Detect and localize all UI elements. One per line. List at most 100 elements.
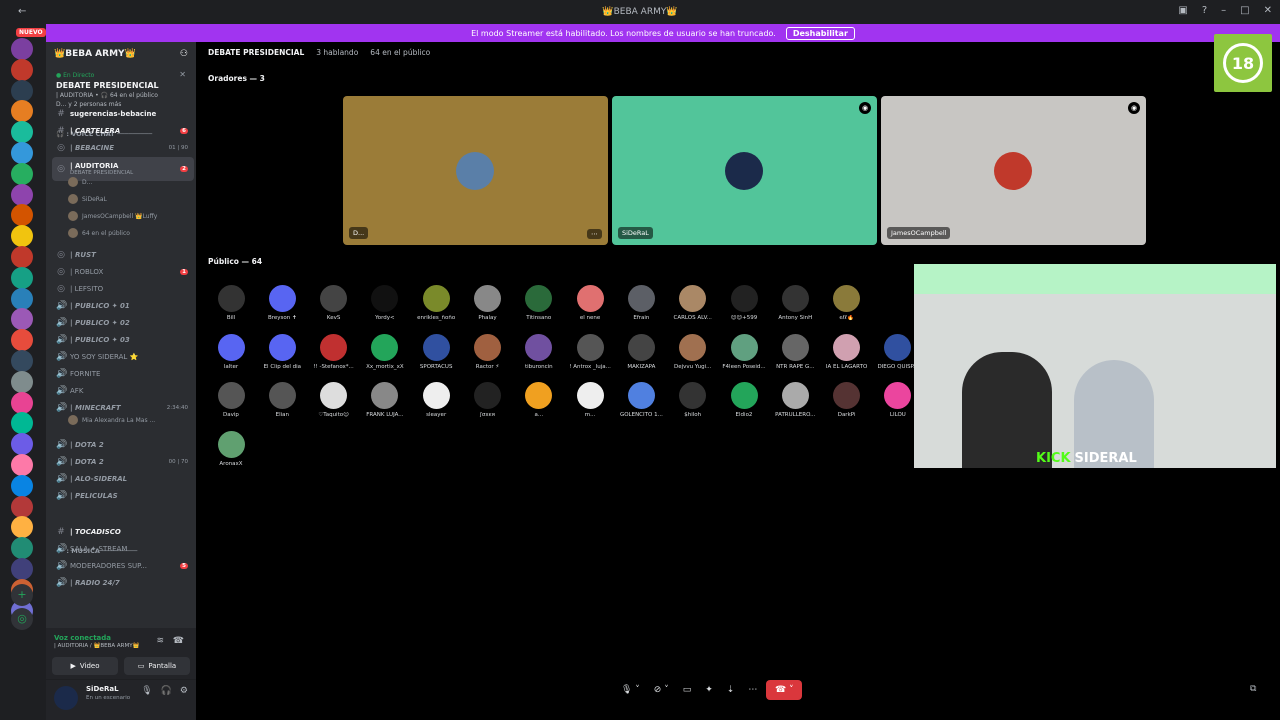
server-icon[interactable] — [11, 183, 33, 206]
screen-share-button[interactable]: ▭ Pantalla — [124, 657, 190, 675]
audience-member[interactable]: Eldio2 — [720, 382, 768, 418]
leave-call-button[interactable]: ☎ ˅ — [766, 680, 803, 700]
add-member-icon[interactable]: ⚇ — [180, 49, 188, 59]
server-icon[interactable] — [11, 391, 33, 414]
move-audience-icon[interactable]: ⇣ — [722, 680, 740, 700]
inbox-icon[interactable]: ▣ — [1178, 5, 1187, 16]
audience-member[interactable]: Efrain — [617, 285, 665, 321]
audience-member[interactable]: Antony SinH — [771, 285, 819, 321]
server-icon[interactable] — [11, 79, 33, 102]
channel-item[interactable]: # | CARTELERA 6 — [52, 123, 194, 139]
discover-icon[interactable]: ◎ — [11, 608, 33, 630]
server-icon[interactable] — [11, 225, 33, 248]
server-icon[interactable] — [11, 142, 33, 164]
channel-item[interactable]: ◎ | RUST — [52, 247, 194, 263]
help-icon[interactable]: ? — [1202, 5, 1207, 16]
microphone-icon[interactable]: 🎙 ˅ — [616, 680, 645, 700]
microphone-icon[interactable]: 🎙 — [141, 686, 152, 696]
channel-item[interactable]: # sugerencias-bebacine — [52, 106, 194, 122]
audience-member[interactable]: enrikles_ñoño — [412, 285, 460, 321]
screen-share-icon[interactable]: ▭ — [678, 680, 697, 700]
audience-member[interactable]: lalter — [207, 333, 255, 370]
avatar[interactable] — [54, 686, 78, 710]
minimize-icon[interactable]: – — [1221, 5, 1226, 16]
server-icon[interactable] — [11, 204, 33, 227]
channel-item[interactable]: 🔊 | RADIO 24/7 — [52, 575, 194, 591]
server-icon[interactable] — [11, 516, 33, 539]
server-icon[interactable] — [11, 246, 33, 268]
audience-member[interactable]: NTR RAPE G... — [771, 333, 819, 370]
gear-icon[interactable]: ⚙ — [180, 686, 188, 696]
server-icon[interactable] — [11, 58, 33, 81]
audience-member[interactable]: ♡Taquito☺ — [310, 382, 358, 418]
audience-member[interactable]: PATRULLERO... — [771, 382, 819, 418]
server-icon[interactable] — [11, 412, 33, 435]
server-icon[interactable] — [11, 162, 33, 185]
server-icon[interactable] — [11, 308, 33, 331]
headphones-icon[interactable]: 🎧 — [161, 686, 172, 696]
audience-member[interactable]: Bill — [207, 285, 255, 321]
channel-item[interactable]: 🔊 | DOTA 2 00 | 70 — [52, 454, 194, 470]
close-icon[interactable]: ✕ — [179, 70, 186, 79]
server-icon[interactable] — [11, 370, 33, 393]
audience-member[interactable]: єℓℓ🔥 — [823, 285, 871, 321]
audience-member[interactable]: Phalay — [464, 285, 512, 321]
popout-icon[interactable]: ⧉ — [1250, 684, 1256, 694]
more-options-icon[interactable]: ⋯ — [743, 680, 762, 700]
audience-member[interactable]: Breyson ✝ — [258, 285, 306, 321]
speaker-tile[interactable]: SiDeRaL ◉ — [612, 96, 877, 245]
server-icon[interactable] — [11, 558, 33, 580]
channel-item[interactable]: 🔊 MODERADORES SUP... 5 — [52, 558, 194, 574]
voice-member[interactable]: D... — [68, 177, 92, 187]
audience-member[interactable]: $hiloh — [669, 382, 717, 418]
close-icon[interactable]: ✕ — [1264, 5, 1272, 16]
server-icon[interactable] — [11, 266, 33, 289]
server-icon[interactable] — [11, 350, 33, 372]
audience-member[interactable]: Titinsano — [515, 285, 563, 321]
audience-member[interactable]: F4leen Poseid... — [720, 333, 768, 370]
audience-member[interactable]: DarkPi — [823, 382, 871, 418]
audience-member[interactable]: MAKIZAPA — [617, 333, 665, 370]
server-icon[interactable] — [11, 454, 33, 476]
audience-member[interactable]: FRANK LUJA... — [361, 382, 409, 418]
activity-icon[interactable]: ✦ — [700, 680, 718, 700]
server-icon[interactable] — [11, 287, 33, 310]
server-header[interactable]: 👑BEBA ARMY👑 ⚇ — [46, 42, 196, 66]
channel-item[interactable]: ◎ | LEFSITO — [52, 281, 194, 297]
back-icon[interactable]: ← — [18, 6, 26, 17]
channel-item[interactable]: # | TOCADISCO — [52, 524, 194, 540]
audience-member[interactable]: KevS — [310, 285, 358, 321]
camera-icon[interactable]: ⊘ ˅ — [649, 680, 674, 700]
audience-member[interactable]: !! -Stefanox*... — [310, 333, 358, 370]
audience-member[interactable]: Davip — [207, 382, 255, 418]
speaker-tile[interactable]: D... ⋯ — [343, 96, 608, 245]
audience-member[interactable]: 😊😊+599 — [720, 285, 768, 321]
channel-item[interactable]: 🔊 | PUBLICO ✦ 03 — [52, 332, 194, 348]
audience-member[interactable]: sleayer — [412, 382, 460, 418]
channel-item[interactable]: 🔊 SALA ✦ STREAM — [52, 541, 194, 557]
disconnect-icon[interactable]: ☎ — [173, 636, 184, 646]
audience-member[interactable]: Elian — [258, 382, 306, 418]
audience-member[interactable]: tiburoncin — [515, 333, 563, 370]
server-icon[interactable] — [11, 100, 33, 123]
channel-item[interactable]: ◎ | ROBLOX 1 — [52, 264, 194, 280]
audience-member[interactable]: El Clip del dia — [258, 333, 306, 370]
audience-member[interactable]: SPORTACUS — [412, 333, 460, 370]
channel-item[interactable]: 🔊 | MINECRAFT 2:34:40 — [52, 400, 194, 416]
noise-suppression-icon[interactable]: ≋ — [156, 636, 164, 646]
disable-streamer-button[interactable]: Deshabilitar — [785, 26, 855, 40]
channel-item[interactable]: 🔊 | DOTA 2 — [52, 437, 194, 453]
audience-member[interactable]: Yordy< — [361, 285, 409, 321]
audience-member[interactable]: a... — [515, 382, 563, 418]
channel-item[interactable]: ◎ | BEBACINE 01 | 90 — [52, 140, 194, 156]
speaker-tile[interactable]: JamesOCampbell ◉ — [881, 96, 1146, 245]
video-button[interactable]: ▶ Video — [52, 657, 118, 675]
audience-member[interactable]: Ractor ⚡ — [464, 333, 512, 370]
audience-member[interactable]: ! Antrox _luja... — [566, 333, 614, 370]
server-icon[interactable] — [11, 121, 33, 144]
channel-item[interactable]: 🔊 YO SOY SIDERAL ⭐ — [52, 349, 194, 365]
server-icon[interactable] — [11, 474, 33, 497]
channel-item[interactable]: 🔊 FORNITE — [52, 366, 194, 382]
server-icon[interactable] — [11, 537, 33, 560]
audience-member[interactable]: IA EL LAGARTO — [823, 333, 871, 370]
